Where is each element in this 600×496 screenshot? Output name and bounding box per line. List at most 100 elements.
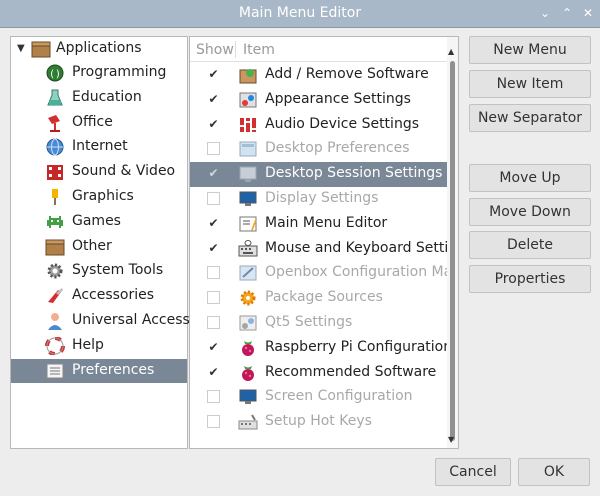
list-item[interactable]: Qt5 Settings: [190, 311, 448, 336]
move-down-button[interactable]: Move Down: [469, 198, 591, 226]
openbox-icon: [239, 265, 257, 281]
graphics-icon: [52, 189, 58, 205]
tree-item-universal-access[interactable]: Universal Access: [11, 309, 190, 334]
list-item[interactable]: ✔ Appearance Settings: [190, 88, 448, 113]
list-item-label: Desktop Preferences: [265, 140, 410, 157]
show-checkbox[interactable]: ✔: [207, 93, 220, 106]
list-item[interactable]: ✔ Raspberry Pi Configuration: [190, 336, 452, 361]
svg-text:(): (): [49, 69, 61, 80]
list-item[interactable]: ✔ Main Menu Editor: [190, 212, 448, 237]
tree-item-accessories[interactable]: Accessories: [11, 284, 187, 309]
show-checkbox[interactable]: [207, 390, 220, 404]
new-menu-button[interactable]: New Menu: [469, 36, 591, 64]
tree-item-games[interactable]: Games: [11, 210, 187, 235]
list-item-label: Display Settings: [265, 190, 379, 206]
sound-video-icon: [47, 165, 63, 181]
list-item[interactable]: Desktop Preferences: [190, 137, 448, 162]
package-sources-icon: [240, 290, 256, 306]
show-checkbox[interactable]: [207, 192, 220, 205]
tree-item-preferences[interactable]: Preferences: [11, 358, 187, 384]
show-checkbox[interactable]: ✔: [207, 68, 220, 81]
tree-item-graphics[interactable]: Graphics: [11, 185, 187, 210]
cancel-button[interactable]: Cancel: [435, 458, 511, 486]
list-item[interactable]: ✔ Recommended Software: [190, 361, 448, 386]
item-list[interactable]: Show Item ✔ Add / Remove Software ✔ Appe…: [189, 36, 459, 449]
tree-item-label: Accessories: [72, 287, 155, 304]
tree-item-label: Help: [72, 336, 104, 353]
new-item-button[interactable]: New Item: [469, 70, 591, 98]
tree-item-system-tools[interactable]: System Tools: [11, 259, 187, 284]
tree-item-label: Internet: [72, 138, 128, 155]
show-checkbox[interactable]: ✔: [207, 366, 220, 379]
menu-tree[interactable]: ▼ Applications () Programming Education …: [10, 36, 190, 449]
package-icon: [239, 69, 257, 84]
list-scrollbar[interactable]: ▲ ▼: [447, 37, 458, 448]
tree-item-education[interactable]: Education: [11, 86, 187, 111]
list-item-label: Desktop Session Settings: [265, 165, 443, 182]
tree-item-office[interactable]: Office: [11, 111, 187, 136]
show-checkbox[interactable]: ✔: [207, 242, 220, 255]
tree-item-label: Games: [72, 212, 121, 229]
maximize-icon[interactable]: ⌃: [559, 5, 575, 21]
raspberry-icon: [242, 340, 254, 356]
list-item[interactable]: Screen Configuration: [190, 385, 448, 410]
show-checkbox[interactable]: [207, 415, 220, 429]
tree-item-label: System Tools: [72, 262, 164, 279]
minimize-icon[interactable]: ⌄: [537, 5, 553, 21]
list-item[interactable]: Display Settings: [190, 187, 448, 212]
scroll-up-arrow-icon[interactable]: ▲: [448, 47, 454, 56]
show-checkbox[interactable]: ✔: [207, 341, 220, 354]
list-item[interactable]: Setup Hot Keys: [190, 410, 448, 435]
list-item[interactable]: ✔ Desktop Session Settings: [190, 162, 448, 187]
ok-button[interactable]: OK: [518, 458, 590, 486]
show-checkbox[interactable]: ✔: [207, 217, 220, 230]
list-item[interactable]: ✔ Add / Remove Software: [190, 63, 448, 88]
tree-item-label: Other: [72, 237, 112, 254]
folder-box-icon: [31, 41, 51, 58]
list-item[interactable]: Package Sources: [190, 286, 448, 311]
tree-item-help[interactable]: Help: [11, 334, 187, 359]
desktop-session-icon: [239, 166, 257, 183]
move-up-button[interactable]: Move Up: [469, 164, 591, 192]
properties-button[interactable]: Properties: [469, 265, 591, 293]
menu-editor-icon: [239, 216, 257, 232]
show-checkbox[interactable]: ✔: [207, 167, 220, 180]
tree-item-label: Sound & Video: [72, 163, 176, 180]
tree-item-internet[interactable]: Internet: [11, 135, 187, 160]
title-bar: Main Menu Editor ⌄ ⌃ ✕: [0, 0, 600, 28]
tree-item-label: Preferences: [72, 361, 155, 378]
office-icon: [48, 114, 60, 132]
list-item[interactable]: Openbox Configuration Manager: [190, 261, 458, 286]
scroll-down-arrow-icon[interactable]: ▼: [448, 435, 454, 444]
tree-item-programming[interactable]: () Programming: [11, 61, 187, 86]
new-separator-button[interactable]: New Separator: [469, 104, 591, 132]
column-header-item[interactable]: Item: [243, 42, 275, 58]
list-item-label: Openbox Configuration Manager: [265, 264, 459, 281]
close-icon[interactable]: ✕: [580, 5, 596, 21]
tree-root-applications[interactable]: ▼ Applications: [11, 37, 187, 61]
show-checkbox[interactable]: [207, 316, 220, 329]
expander-down-icon[interactable]: ▼: [17, 43, 25, 54]
person-icon: [48, 313, 62, 330]
tree-item-sound-video[interactable]: Sound & Video: [11, 160, 187, 185]
list-item[interactable]: ✔ Audio Device Settings: [190, 113, 448, 138]
list-item-label: Add / Remove Software: [265, 66, 429, 82]
scrollbar-thumb[interactable]: [450, 61, 455, 441]
column-divider: [235, 41, 236, 58]
hotkeys-icon: [238, 414, 258, 430]
show-checkbox[interactable]: [207, 291, 220, 305]
keyboard-icon: [238, 239, 258, 257]
appearance-icon: [239, 92, 257, 108]
list-item[interactable]: ✔ Mouse and Keyboard Settings: [190, 237, 458, 262]
show-checkbox[interactable]: ✔: [207, 118, 220, 131]
show-checkbox[interactable]: [207, 142, 220, 156]
list-item-label: Mouse and Keyboard Settings: [265, 239, 459, 256]
tree-item-label: Programming: [72, 64, 167, 80]
list-item-label: Screen Configuration: [265, 388, 413, 405]
tree-item-other[interactable]: Other: [11, 235, 187, 260]
show-checkbox[interactable]: [207, 266, 220, 280]
list-item-label: Package Sources: [265, 289, 383, 306]
column-header-show[interactable]: Show: [196, 42, 234, 58]
delete-button[interactable]: Delete: [469, 231, 591, 259]
globe-icon: [46, 138, 64, 156]
